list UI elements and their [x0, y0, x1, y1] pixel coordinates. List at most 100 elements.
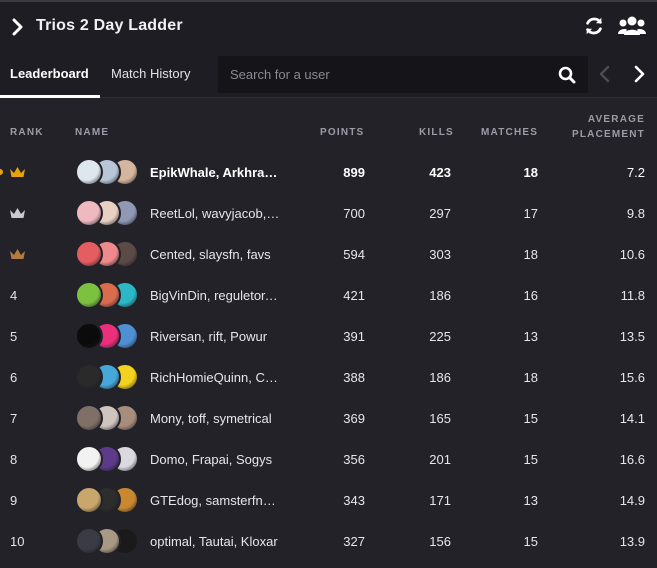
matches-value: 15: [523, 534, 538, 549]
crown-icon: [10, 249, 25, 259]
average-placement-value: 14.1: [619, 411, 645, 426]
matches-value: 18: [523, 247, 538, 262]
average-placement-value: 14.9: [619, 493, 645, 508]
table-row[interactable]: 10 optimal, Tautai, Kloxar 327 156 15 13.9: [0, 521, 657, 562]
table-row[interactable]: 7 Mony, toff, symetrical 369 165 15 14.1: [0, 398, 657, 439]
previous-page-icon[interactable]: [598, 65, 612, 83]
group-icon[interactable]: [618, 15, 646, 37]
table-row[interactable]: EpikWhale, Arkhram, Mero 899 423 18 7.2: [0, 152, 657, 193]
column-header-kills: KILLS: [419, 127, 454, 138]
kills-value: 171: [429, 493, 451, 508]
rank-number: 9: [10, 493, 18, 508]
points-value: 700: [343, 206, 365, 221]
avatar: [75, 240, 103, 268]
rank-number: 7: [10, 411, 18, 426]
rank-number: 5: [10, 329, 18, 344]
team-avatars: [75, 445, 139, 473]
table-row[interactable]: 5 Riversan, rift, Powur 391 225 13 13.5: [0, 316, 657, 357]
matches-value: 13: [523, 329, 538, 344]
team-avatars: [75, 527, 139, 555]
table-row[interactable]: Cented, slaysfn, favs 594 303 18 10.6: [0, 234, 657, 275]
team-names: Domo, Frapai, Sogys: [150, 452, 273, 467]
team-avatars: [75, 199, 139, 227]
table-row[interactable]: 6 RichHomieQuinn, Chap, Vivid 388 186 18 15.6: [0, 357, 657, 398]
avatar: [75, 199, 103, 227]
active-tab-indicator: [0, 95, 100, 98]
refresh-icon[interactable]: [583, 15, 605, 37]
table-row[interactable]: 9 GTEdog, samsterfn_, Hysteria 343 171 13 14.…: [0, 480, 657, 521]
column-header-average-line1: AVERAGE: [587, 114, 645, 125]
column-header-average-placement: AVERAGE PLACEMENT: [572, 112, 645, 142]
points-value: 594: [343, 247, 365, 262]
crown-icon: [10, 167, 25, 177]
kills-value: 186: [429, 370, 451, 385]
team-avatars: [75, 158, 139, 186]
matches-value: 13: [523, 493, 538, 508]
matches-value: 17: [523, 206, 538, 221]
average-placement-value: 13.5: [619, 329, 645, 344]
rank-number: 8: [10, 452, 18, 467]
table-row[interactable]: 8 Domo, Frapai, Sogys 356 201 15 16.6: [0, 439, 657, 480]
team-avatars: [75, 322, 139, 350]
avatar: [75, 404, 103, 432]
average-placement-value: 13.9: [619, 534, 645, 549]
page-title: Trios 2 Day Ladder: [36, 17, 183, 34]
team-avatars: [75, 281, 139, 309]
tab-bar: Leaderboard Match History: [0, 52, 657, 98]
team-avatars: [75, 404, 139, 432]
team-names: Mony, toff, symetrical: [150, 411, 272, 426]
avatar: [75, 281, 103, 309]
team-names: BigVinDin, reguletor, Xeno: [150, 288, 280, 303]
team-avatars: [75, 363, 139, 391]
kills-value: 201: [429, 452, 451, 467]
crown-icon: [10, 208, 25, 218]
points-value: 421: [343, 288, 365, 303]
matches-value: 18: [523, 165, 538, 180]
search-input[interactable]: [218, 56, 548, 93]
tab-match-history[interactable]: Match History: [111, 66, 190, 81]
column-header-matches: MATCHES: [481, 127, 539, 138]
points-value: 356: [343, 452, 365, 467]
average-placement-value: 7.2: [626, 165, 645, 180]
team-avatars: [75, 240, 139, 268]
team-names: ReetLol, wavyjacob, Bizzle: [150, 206, 280, 221]
avatar: [75, 527, 103, 555]
search-icon[interactable]: [558, 66, 576, 84]
table-row[interactable]: 4 BigVinDin, reguletor, Xeno 421 186 16 11.8: [0, 275, 657, 316]
rank-number: 4: [10, 288, 18, 303]
matches-value: 16: [523, 288, 538, 303]
matches-value: 15: [523, 411, 538, 426]
avatar: [75, 322, 103, 350]
chevron-right-icon[interactable]: [11, 18, 25, 36]
points-value: 388: [343, 370, 365, 385]
column-header-rank: RANK: [10, 127, 44, 138]
kills-value: 186: [429, 288, 451, 303]
tab-leaderboard[interactable]: Leaderboard: [10, 66, 89, 81]
avatar: [75, 158, 103, 186]
column-header-name: NAME: [75, 127, 110, 138]
column-header-points: POINTS: [320, 127, 365, 138]
matches-value: 18: [523, 370, 538, 385]
team-names: RichHomieQuinn, Chap, Vivid: [150, 370, 280, 385]
kills-value: 303: [429, 247, 451, 262]
rank-number: 10: [10, 534, 25, 549]
table-row[interactable]: ReetLol, wavyjacob, Bizzle 700 297 17 9.8: [0, 193, 657, 234]
next-page-icon[interactable]: [632, 65, 646, 83]
team-names: Riversan, rift, Powur: [150, 329, 268, 344]
kills-value: 297: [429, 206, 451, 221]
team-names: GTEdog, samsterfn_, Hysteria: [150, 493, 280, 508]
average-placement-value: 11.8: [620, 288, 645, 303]
search-box: [218, 56, 588, 93]
team-names: Cented, slaysfn, favs: [150, 247, 271, 262]
kills-value: 423: [429, 165, 451, 180]
points-value: 899: [343, 165, 365, 180]
points-value: 369: [343, 411, 365, 426]
avatar: [75, 445, 103, 473]
team-names: EpikWhale, Arkhram, Mero: [150, 165, 280, 180]
points-value: 343: [343, 493, 365, 508]
average-placement-value: 15.6: [619, 370, 645, 385]
average-placement-value: 10.6: [619, 247, 645, 262]
rank-number: 6: [10, 370, 18, 385]
average-placement-value: 16.6: [619, 452, 645, 467]
avatar: [75, 486, 103, 514]
